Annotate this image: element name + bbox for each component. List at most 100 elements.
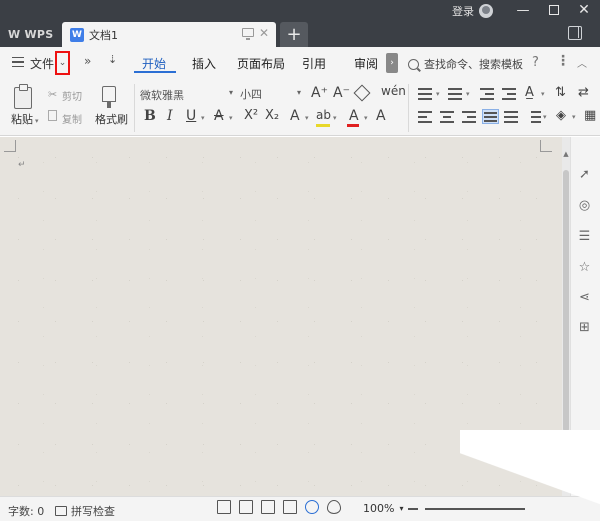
- app-name: WPS: [24, 28, 54, 41]
- customize-quick-access-icon[interactable]: ⇣: [108, 53, 117, 66]
- wps-home-tab[interactable]: W WPS: [0, 22, 62, 47]
- paste-button[interactable]: 粘贴 ▾: [11, 111, 39, 127]
- bold-button[interactable]: B: [144, 108, 156, 124]
- format-painter-icon[interactable]: [102, 86, 116, 108]
- decrease-indent-icon[interactable]: [480, 88, 494, 100]
- font-color-caret-icon[interactable]: ▾: [364, 114, 368, 122]
- shading-icon[interactable]: ◈: [556, 108, 566, 123]
- tab-home[interactable]: 开始: [142, 55, 166, 72]
- page-view-icon[interactable]: [261, 500, 275, 514]
- subscript-button[interactable]: X₂: [265, 108, 279, 123]
- align-left-icon[interactable]: [418, 111, 432, 123]
- text-effect-button[interactable]: A: [290, 108, 300, 124]
- strikethrough-caret-icon[interactable]: ▾: [229, 114, 233, 122]
- tab-references[interactable]: 引用: [302, 55, 326, 72]
- file-menu[interactable]: 文件: [30, 55, 54, 72]
- paragraph-more-icon[interactable]: ⇄: [578, 85, 589, 100]
- strikethrough-button[interactable]: A: [214, 108, 224, 124]
- cut-button[interactable]: 剪切: [62, 88, 82, 103]
- scrollbar-thumb[interactable]: [563, 170, 569, 432]
- tab-insert[interactable]: 插入: [192, 55, 216, 72]
- sort-icon[interactable]: ⇅: [555, 85, 566, 100]
- monitor-icon[interactable]: [242, 28, 254, 40]
- change-case-caret-icon[interactable]: ▾: [541, 90, 545, 98]
- maximize-button[interactable]: [545, 3, 563, 17]
- line-spacing-icon[interactable]: [527, 111, 541, 123]
- paste-label: 粘贴: [11, 113, 33, 126]
- align-right-icon[interactable]: [462, 111, 476, 123]
- eye-protection-icon[interactable]: [327, 500, 341, 514]
- shrink-font-button[interactable]: A⁻: [333, 85, 350, 101]
- font-name-select[interactable]: 微软雅黑: [140, 86, 236, 104]
- change-case-icon[interactable]: A̲: [525, 85, 534, 100]
- spellcheck-button[interactable]: 拼写检查: [55, 503, 115, 519]
- new-tab-button[interactable]: +: [280, 22, 308, 47]
- active-tab-indicator: [134, 71, 176, 73]
- highlight-button[interactable]: ab: [316, 108, 331, 122]
- font-color-button[interactable]: A: [349, 108, 359, 124]
- underline-caret-icon[interactable]: ▾: [201, 114, 205, 122]
- web-view-icon[interactable]: [305, 500, 319, 514]
- hamburger-menu-icon[interactable]: [12, 57, 24, 67]
- increase-indent-icon[interactable]: [502, 88, 516, 100]
- close-tab-icon[interactable]: ✕: [259, 26, 269, 40]
- collapse-ribbon-icon[interactable]: ︿: [577, 55, 587, 70]
- line-spacing-caret-icon[interactable]: ▾: [543, 113, 547, 121]
- more-options-icon[interactable]: ⋮: [556, 53, 570, 69]
- zoom-level-select[interactable]: 100% ▾: [363, 502, 403, 515]
- align-center-icon[interactable]: [440, 111, 454, 123]
- shapes-icon[interactable]: ◎: [577, 198, 592, 213]
- phonetic-guide-button[interactable]: wén: [381, 84, 406, 98]
- avatar-icon: [479, 4, 493, 18]
- maximize-icon: [549, 5, 559, 15]
- highlight-caret-icon[interactable]: ▾: [333, 114, 337, 122]
- tab-review[interactable]: 审阅: [354, 55, 378, 72]
- zoom-level: 100%: [363, 502, 395, 515]
- close-window-button[interactable]: ✕: [575, 2, 593, 18]
- read-view-icon[interactable]: [239, 500, 253, 514]
- shading-caret-icon[interactable]: ▾: [572, 113, 576, 121]
- numbered-list-caret-icon[interactable]: ▾: [466, 90, 470, 98]
- scroll-up-icon[interactable]: ▲: [562, 150, 570, 160]
- format-painter-button[interactable]: 格式刷: [95, 111, 128, 127]
- superscript-button[interactable]: X²: [244, 108, 258, 123]
- fullscreen-view-icon[interactable]: [217, 500, 231, 514]
- share-icon[interactable]: ⋖: [577, 290, 592, 305]
- font-name-dropdown-icon[interactable]: ▾: [229, 88, 233, 97]
- grow-font-button[interactable]: A⁺: [311, 85, 328, 101]
- character-border-button[interactable]: A: [376, 108, 386, 124]
- page-curl-decoration: [460, 430, 600, 521]
- minimize-button[interactable]: —: [514, 3, 532, 18]
- bullet-list-icon[interactable]: [418, 88, 432, 100]
- side-panel-toggle-icon[interactable]: [568, 26, 582, 40]
- file-dropdown-button[interactable]: ⌄: [55, 51, 70, 75]
- command-search[interactable]: 查找命令、搜索模板: [408, 56, 523, 72]
- word-count[interactable]: 字数: 0: [8, 503, 44, 519]
- spellcheck-label: 拼写检查: [71, 505, 115, 518]
- more-quick-access-icon[interactable]: »: [84, 54, 91, 68]
- login-button[interactable]: 登录: [452, 3, 493, 19]
- numbered-list-icon[interactable]: [448, 88, 462, 100]
- star-icon[interactable]: ☆: [577, 260, 592, 275]
- paragraph-mark: ↵: [18, 160, 26, 170]
- distributed-align-icon[interactable]: [504, 111, 518, 123]
- justify-icon[interactable]: [482, 109, 499, 124]
- bullet-list-caret-icon[interactable]: ▾: [436, 90, 440, 98]
- underline-button[interactable]: U: [186, 108, 196, 124]
- settings-sliders-icon[interactable]: ☰: [577, 229, 592, 244]
- zoom-out-icon[interactable]: [408, 508, 418, 510]
- copy-button[interactable]: 复制: [62, 111, 82, 126]
- paste-icon[interactable]: [14, 84, 32, 109]
- italic-button[interactable]: I: [167, 108, 173, 124]
- tab-page-layout[interactable]: 页面布局: [237, 55, 285, 72]
- apps-grid-icon[interactable]: ⊞: [577, 320, 592, 335]
- borders-icon[interactable]: ▦: [584, 108, 596, 123]
- text-effect-caret-icon[interactable]: ▾: [305, 114, 309, 122]
- document-tab[interactable]: W 文档1 ✕: [62, 22, 276, 47]
- outline-view-icon[interactable]: [283, 500, 297, 514]
- pointer-icon[interactable]: ➚: [577, 167, 592, 182]
- font-size-dropdown-icon[interactable]: ▾: [297, 88, 301, 97]
- font-size-select[interactable]: 小四: [240, 86, 302, 104]
- help-icon[interactable]: ?: [532, 55, 539, 70]
- tab-scroll-right-button[interactable]: ›: [386, 53, 398, 73]
